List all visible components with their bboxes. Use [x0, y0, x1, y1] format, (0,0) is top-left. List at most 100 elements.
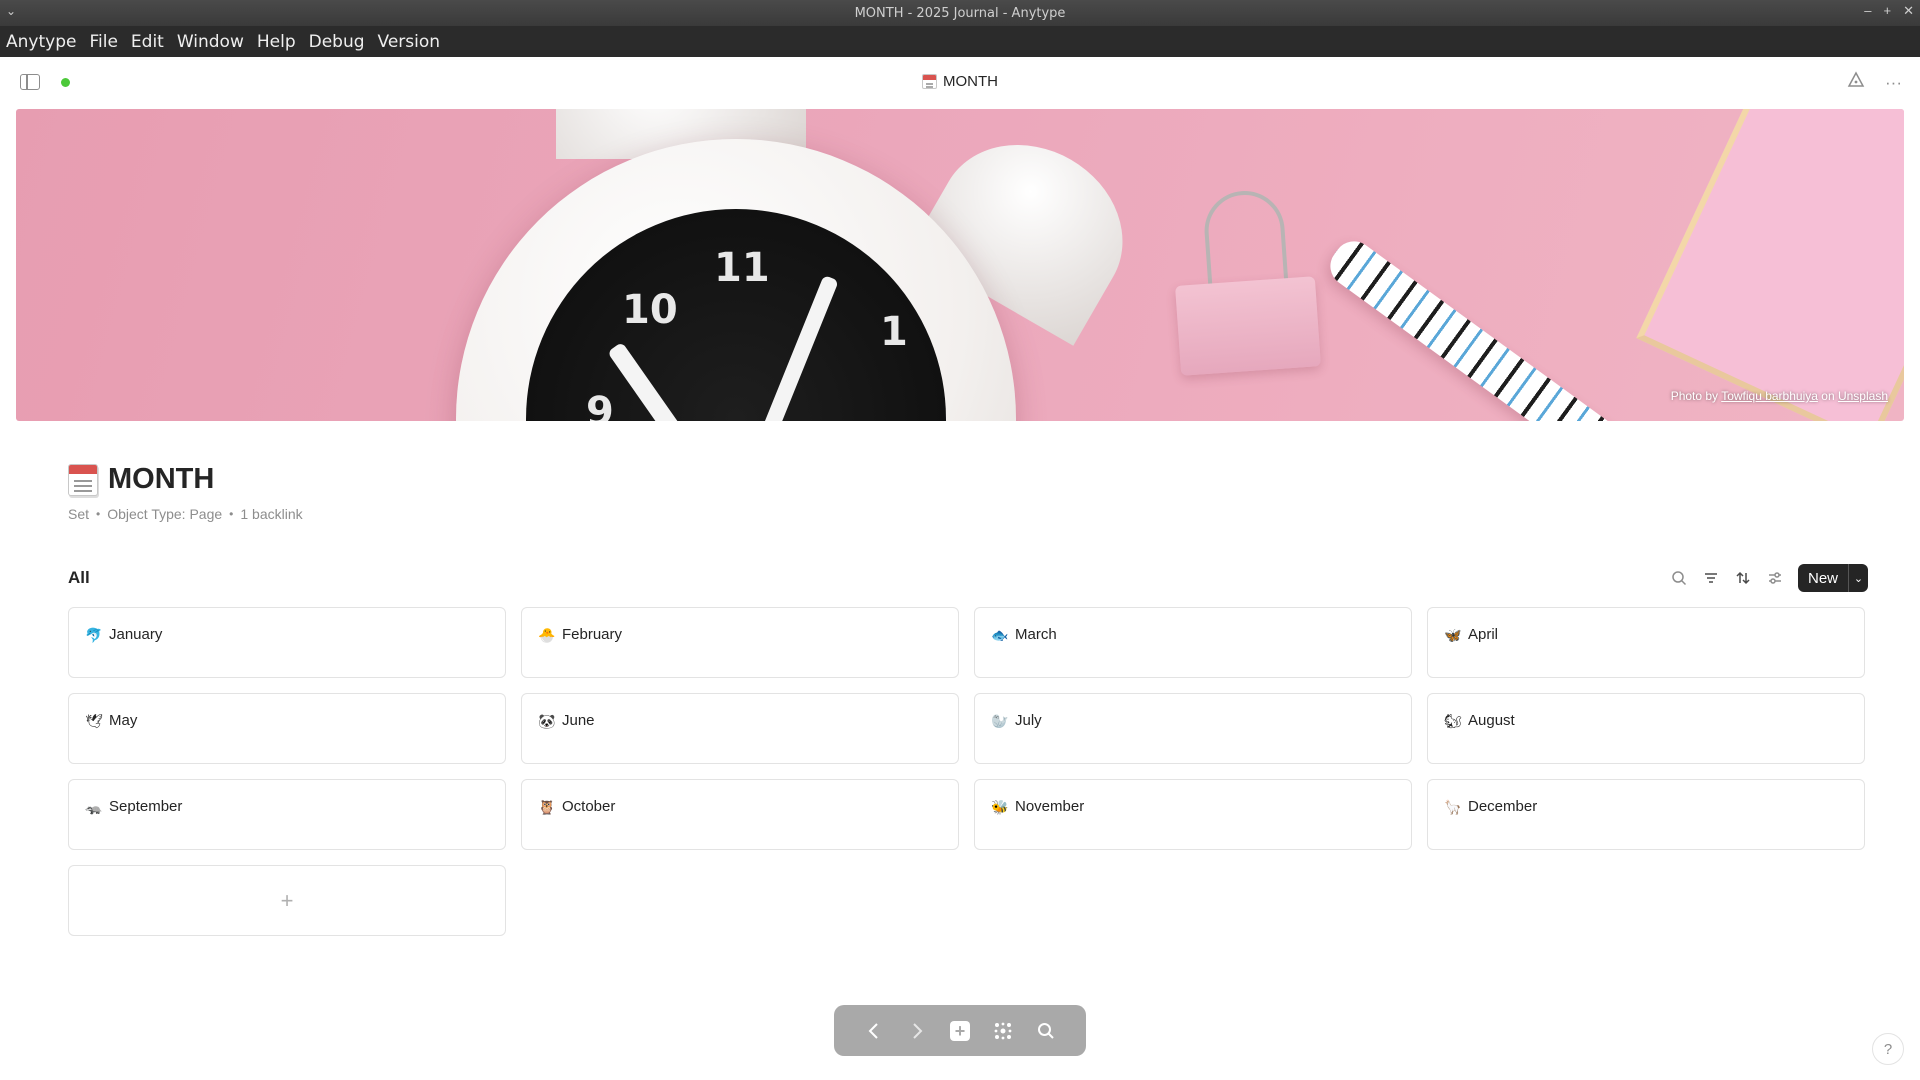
help-icon: ?	[1883, 1040, 1893, 1058]
view-title[interactable]: All	[68, 568, 90, 588]
plus-icon: +	[280, 887, 294, 913]
notebook-image	[1636, 109, 1904, 421]
menu-help[interactable]: Help	[257, 32, 296, 52]
sort-icon[interactable]	[1734, 569, 1752, 587]
panda-icon: 🐼	[538, 712, 556, 729]
os-title-bar: ⌄ MONTH - 2025 Journal - Anytype – + ✕	[0, 0, 1920, 26]
meta-set-link[interactable]: Set	[68, 506, 89, 522]
forward-arrow-icon[interactable]	[903, 1017, 931, 1045]
clock-minute-hand	[726, 274, 839, 421]
meta-object-type[interactable]: Object Type: Page	[107, 506, 222, 522]
credit-author-link[interactable]: Towfiqu barbhuiya	[1721, 389, 1818, 403]
gallery-card[interactable]: 🦙 December	[1427, 779, 1865, 850]
seal-icon: 🦭	[991, 712, 1009, 729]
meta-separator: •	[96, 507, 101, 521]
close-icon[interactable]: ✕	[1903, 3, 1914, 19]
bee-icon: 🐝	[991, 798, 1009, 815]
graph-icon[interactable]	[1847, 71, 1865, 94]
gallery-view: 🐬 January 🐣 February 🐟 March 🦋 April 🕊 May 🐼 J…	[68, 607, 1866, 936]
butterfly-icon: 🦋	[1444, 626, 1462, 643]
card-title: September	[109, 798, 183, 815]
menu-window[interactable]: Window	[177, 32, 244, 52]
app-header: MONTH ···	[0, 57, 1920, 109]
card-title: August	[1468, 712, 1515, 729]
gallery-card[interactable]: 🐟 March	[974, 607, 1412, 678]
menu-edit[interactable]: Edit	[131, 32, 164, 52]
meta-backlinks[interactable]: 1 backlink	[240, 506, 302, 522]
gallery-card[interactable]: 🦉 October	[521, 779, 959, 850]
card-title: May	[109, 712, 138, 729]
gallery-card[interactable]: 🕊 May	[68, 693, 506, 764]
page-calendar-icon[interactable]	[68, 463, 98, 496]
cover-photo-credit: Photo by Towfiqu barbhuiya on Unsplash	[1671, 389, 1888, 403]
new-button-label[interactable]: New	[1798, 564, 1848, 592]
squirrel-icon: 🐿	[1444, 712, 1462, 729]
window-menu-chevron-icon[interactable]: ⌄	[6, 4, 16, 18]
clock-face: 10 11 9 1	[526, 209, 946, 421]
card-title: October	[562, 798, 616, 815]
add-card-button[interactable]: +	[68, 865, 506, 936]
card-title: July	[1015, 712, 1042, 729]
help-button[interactable]: ?	[1872, 1033, 1904, 1065]
header-actions: ···	[1847, 71, 1902, 94]
gallery-card[interactable]: 🐬 January	[68, 607, 506, 678]
menu-debug[interactable]: Debug	[309, 32, 365, 52]
gallery-card[interactable]: 🐿 August	[1427, 693, 1865, 764]
credit-on: on	[1821, 389, 1835, 403]
fish-icon: 🐟	[991, 626, 1009, 643]
create-object-icon[interactable]: +	[946, 1017, 974, 1045]
card-title: November	[1015, 798, 1085, 815]
search-icon[interactable]	[1032, 1017, 1060, 1045]
gallery-card[interactable]: 🦭 July	[974, 693, 1412, 764]
minimize-icon[interactable]: –	[1864, 3, 1871, 19]
gallery-card[interactable]: 🐝 November	[974, 779, 1412, 850]
clock-numeral: 10	[622, 287, 678, 333]
clock-numeral: 1	[880, 309, 908, 355]
chevron-down-icon[interactable]: ⌄	[1848, 564, 1868, 592]
menu-file[interactable]: File	[89, 32, 117, 52]
header-object-title[interactable]: MONTH	[0, 73, 1920, 90]
clock-numeral: 9	[586, 389, 614, 421]
card-title: April	[1468, 626, 1499, 643]
clock-numeral: 11	[714, 245, 770, 291]
maximize-icon[interactable]: +	[1884, 3, 1892, 19]
cover-image[interactable]: 10 11 9 1 Photo by Towfiqu barbhuiya on …	[16, 109, 1904, 421]
dove-icon: 🕊	[85, 712, 103, 729]
alarm-clock-image: 10 11 9 1	[456, 139, 1016, 421]
dolphin-icon: 🐬	[85, 626, 103, 643]
gallery-card[interactable]: 🦡 September	[68, 779, 506, 850]
more-options-icon[interactable]: ···	[1885, 73, 1902, 93]
back-arrow-icon[interactable]	[860, 1017, 888, 1045]
clock-hour-hand	[607, 341, 743, 421]
page-meta: Set • Object Type: Page • 1 backlink	[68, 506, 303, 522]
gallery-card[interactable]: 🐼 June	[521, 693, 959, 764]
card-title: June	[562, 712, 595, 729]
new-object-button[interactable]: New ⌄	[1797, 564, 1868, 592]
credit-prefix: Photo by	[1670, 389, 1719, 403]
filter-icon[interactable]	[1702, 569, 1720, 587]
search-icon[interactable]	[1670, 569, 1688, 587]
bottom-navigation: +	[834, 1005, 1086, 1056]
window-controls: – + ✕	[1864, 3, 1914, 19]
gallery-card[interactable]: 🐣 February	[521, 607, 959, 678]
card-title: March	[1015, 626, 1057, 643]
window-title: MONTH - 2025 Journal - Anytype	[854, 5, 1066, 21]
view-toolbar: New ⌄	[1670, 564, 1868, 592]
card-title: December	[1468, 798, 1538, 815]
page-title-row: MONTH	[68, 463, 214, 496]
badger-icon: 🦡	[85, 798, 103, 815]
graph-view-icon[interactable]	[989, 1017, 1017, 1045]
menu-bar: Anytype File Edit Window Help Debug Vers…	[0, 26, 1920, 57]
settings-sliders-icon[interactable]	[1766, 569, 1784, 587]
menu-anytype[interactable]: Anytype	[6, 32, 76, 52]
llama-icon: 🦙	[1444, 798, 1462, 815]
calendar-icon	[922, 74, 937, 89]
gallery-card[interactable]: 🦋 April	[1427, 607, 1865, 678]
binder-clip-image	[1175, 276, 1321, 376]
card-title: February	[562, 626, 623, 643]
meta-separator: •	[229, 507, 234, 521]
page-title[interactable]: MONTH	[108, 463, 214, 496]
credit-source-link[interactable]: Unsplash	[1838, 389, 1888, 403]
menu-version[interactable]: Version	[378, 32, 441, 52]
owl-icon: 🦉	[538, 798, 556, 815]
